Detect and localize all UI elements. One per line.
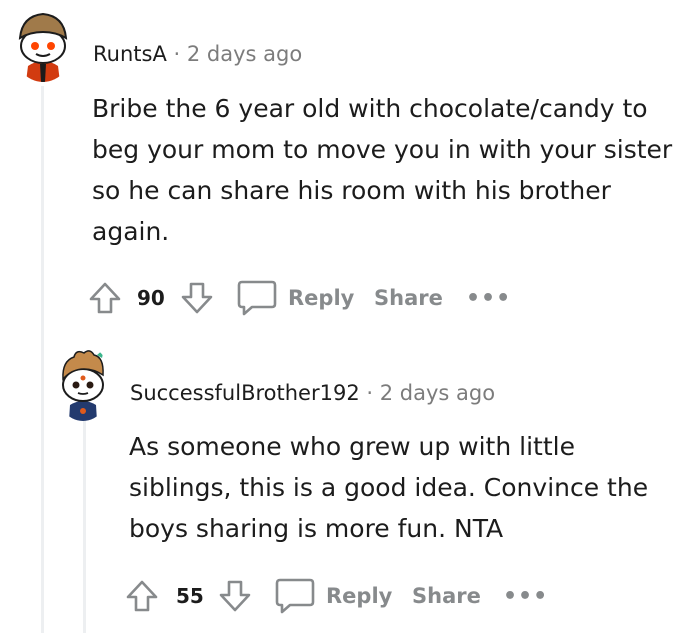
comment-meta: RuntsA · 2 days ago [93,42,302,66]
thread-line-reply[interactable] [83,420,86,633]
username-link[interactable]: SuccessfulBrother192 [130,381,360,405]
avatar[interactable] [54,345,112,421]
speech-bubble-icon [237,280,277,316]
reply-label: Reply [326,584,393,608]
reply-button[interactable]: Reply [236,278,354,318]
comment-actions: 90 Reply Share ••• [88,278,511,318]
thread-line-root[interactable] [41,86,44,633]
meta-separator: · [173,42,181,66]
username-link[interactable]: RuntsA [93,42,167,66]
comment-body: As someone who grew up with little sibli… [129,432,649,543]
share-button[interactable]: Share [374,278,443,318]
comment-body: Bribe the 6 year old with chocolate/cand… [92,94,673,246]
comment-meta: SuccessfulBrother192 · 2 days ago [130,381,495,405]
vote-score: 90 [137,286,165,310]
reply-button[interactable]: Reply [274,576,392,616]
upvote-button[interactable] [88,278,122,318]
speech-bubble-icon [275,578,315,614]
avatar[interactable] [12,8,74,82]
downvote-arrow-icon [181,282,213,314]
meta-separator: · [366,381,374,405]
timestamp[interactable]: 2 days ago [380,381,495,405]
snoo-avatar-icon [18,12,68,82]
share-button[interactable]: Share [412,576,481,616]
upvote-arrow-icon [126,580,158,612]
more-options-button[interactable]: ••• [466,278,511,318]
downvote-arrow-icon [219,580,251,612]
vote-score: 55 [176,584,204,608]
downvote-button[interactable] [180,278,214,318]
comment-actions: 55 Reply Share ••• [125,576,548,616]
reply-label: Reply [288,286,355,310]
more-options-button[interactable]: ••• [503,576,548,616]
timestamp[interactable]: 2 days ago [187,42,302,66]
upvote-arrow-icon [89,282,121,314]
snoo-avatar-icon [62,349,104,421]
downvote-button[interactable] [218,576,252,616]
upvote-button[interactable] [125,576,159,616]
